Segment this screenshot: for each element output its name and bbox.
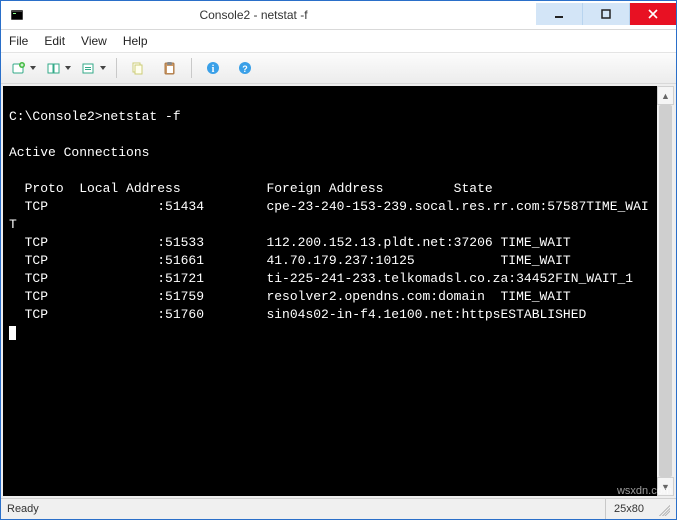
chevron-down-icon: [65, 66, 71, 70]
chevron-down-icon: [100, 66, 106, 70]
status-ready: Ready: [7, 503, 39, 515]
copy-button[interactable]: [123, 56, 153, 80]
close-button[interactable]: [630, 3, 676, 25]
paste-button[interactable]: [155, 56, 185, 80]
scroll-up-button[interactable]: ▲: [657, 86, 674, 105]
help-button[interactable]: ?: [230, 56, 260, 80]
app-window: Console2 - netstat -f File Edit View Hel…: [0, 0, 677, 520]
window-controls: [536, 3, 676, 25]
menu-edit[interactable]: Edit: [44, 34, 65, 48]
svg-text:i: i: [212, 64, 215, 75]
svg-text:?: ?: [242, 64, 248, 74]
status-dimensions: 25x80: [605, 499, 652, 519]
terminal-container: C:\Console2>netstat -f Active Connection…: [1, 84, 676, 498]
menu-bar: File Edit View Help: [1, 30, 676, 53]
toolbar-separator: [191, 58, 192, 78]
info-button[interactable]: i: [198, 56, 228, 80]
split-tab-button[interactable]: [42, 56, 75, 80]
menu-file[interactable]: File: [9, 34, 28, 48]
menu-view[interactable]: View: [81, 34, 107, 48]
status-bar: Ready 25x80: [1, 498, 676, 519]
chevron-down-icon: [30, 66, 36, 70]
minimize-button[interactable]: [536, 3, 583, 25]
menu-help[interactable]: Help: [123, 34, 148, 48]
title-bar: Console2 - netstat -f: [1, 1, 676, 30]
settings-button[interactable]: [77, 56, 110, 80]
new-tab-button[interactable]: [7, 56, 40, 80]
toolbar: i ?: [1, 53, 676, 84]
vertical-scrollbar[interactable]: ▲ ▼: [657, 86, 674, 496]
scroll-thumb[interactable]: [659, 105, 672, 477]
text-cursor: [9, 326, 16, 340]
resize-grip[interactable]: [656, 502, 670, 516]
scroll-track[interactable]: [657, 105, 674, 477]
terminal-output[interactable]: C:\Console2>netstat -f Active Connection…: [3, 86, 657, 496]
watermark: wsxdn.com: [617, 485, 672, 497]
toolbar-separator: [116, 58, 117, 78]
window-title: Console2 - netstat -f: [0, 8, 536, 22]
maximize-button[interactable]: [583, 3, 630, 25]
